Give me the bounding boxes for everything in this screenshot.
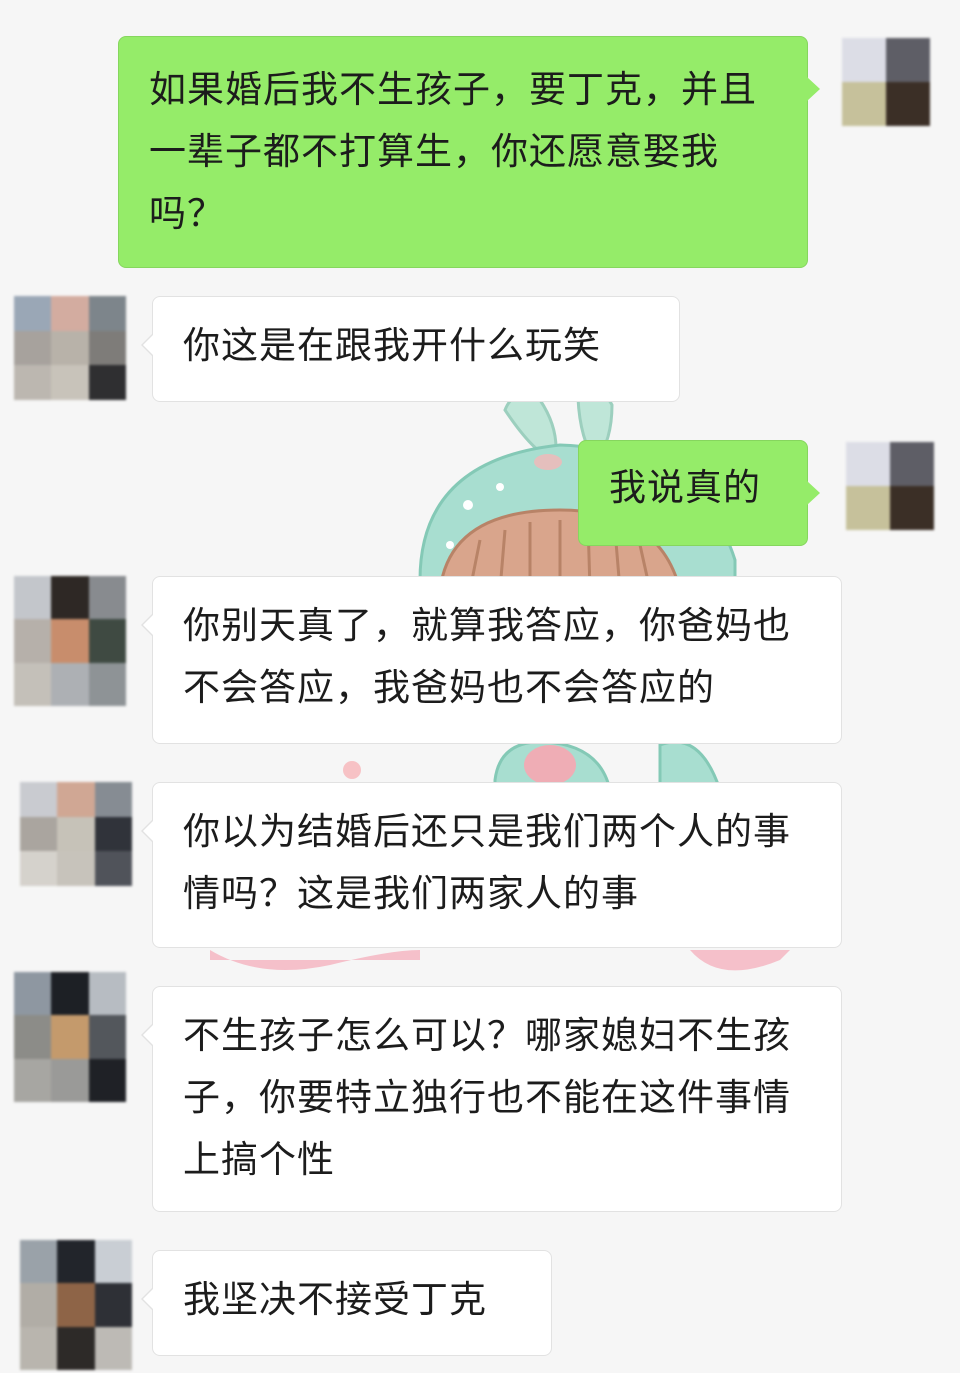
message-row-outgoing: 我说真的 <box>0 440 960 550</box>
message-bubble[interactable]: 你以为结婚后还只是我们两个人的事情吗？这是我们两家人的事 <box>141 782 842 948</box>
contact-avatar[interactable] <box>14 972 126 1102</box>
message-bubble[interactable]: 我说真的 <box>578 440 820 546</box>
message-bubble[interactable]: 你这是在跟我开什么玩笑 <box>141 296 680 402</box>
message-text: 你别天真了，就算我答应，你爸妈也不会答应，我爸妈也不会答应的 <box>183 604 791 709</box>
self-avatar[interactable] <box>846 442 934 530</box>
message-text: 不生孩子怎么可以？哪家媳妇不生孩子，你要特立独行也不能在这件事情上搞个性 <box>183 1014 791 1181</box>
message-bubble[interactable]: 如果婚后我不生孩子，要丁克，并且一辈子都不打算生，你还愿意娶我吗？ <box>118 36 820 268</box>
message-row-incoming: 不生孩子怎么可以？哪家媳妇不生孩子，你要特立独行也不能在这件事情上搞个性 <box>0 972 960 1216</box>
contact-avatar[interactable] <box>20 782 132 886</box>
message-row-incoming: 我坚决不接受丁克 <box>0 1240 960 1370</box>
message-bubble[interactable]: 我坚决不接受丁克 <box>141 1250 552 1356</box>
contact-avatar[interactable] <box>14 296 126 400</box>
message-text: 我坚决不接受丁克 <box>183 1278 487 1321</box>
message-bubble[interactable]: 你别天真了，就算我答应，你爸妈也不会答应，我爸妈也不会答应的 <box>141 576 842 744</box>
message-text: 我说真的 <box>609 466 761 509</box>
message-row-incoming: 你这是在跟我开什么玩笑 <box>0 296 960 406</box>
message-bubble[interactable]: 不生孩子怎么可以？哪家媳妇不生孩子，你要特立独行也不能在这件事情上搞个性 <box>141 986 842 1212</box>
message-row-incoming: 你以为结婚后还只是我们两个人的事情吗？这是我们两家人的事 <box>0 782 960 952</box>
cartoon-feet <box>210 950 420 970</box>
message-row-incoming: 你别天真了，就算我答应，你爸妈也不会答应，我爸妈也不会答应的 <box>0 576 960 746</box>
contact-avatar[interactable] <box>14 576 126 706</box>
message-row-outgoing: 如果婚后我不生孩子，要丁克，并且一辈子都不打算生，你还愿意娶我吗？ <box>0 36 960 268</box>
message-text: 你以为结婚后还只是我们两个人的事情吗？这是我们两家人的事 <box>183 810 791 915</box>
contact-avatar[interactable] <box>20 1240 132 1370</box>
self-avatar[interactable] <box>842 38 930 126</box>
message-text: 你这是在跟我开什么玩笑 <box>183 324 601 367</box>
message-text: 如果婚后我不生孩子，要丁克，并且一辈子都不打算生，你还愿意娶我吗？ <box>149 68 757 235</box>
